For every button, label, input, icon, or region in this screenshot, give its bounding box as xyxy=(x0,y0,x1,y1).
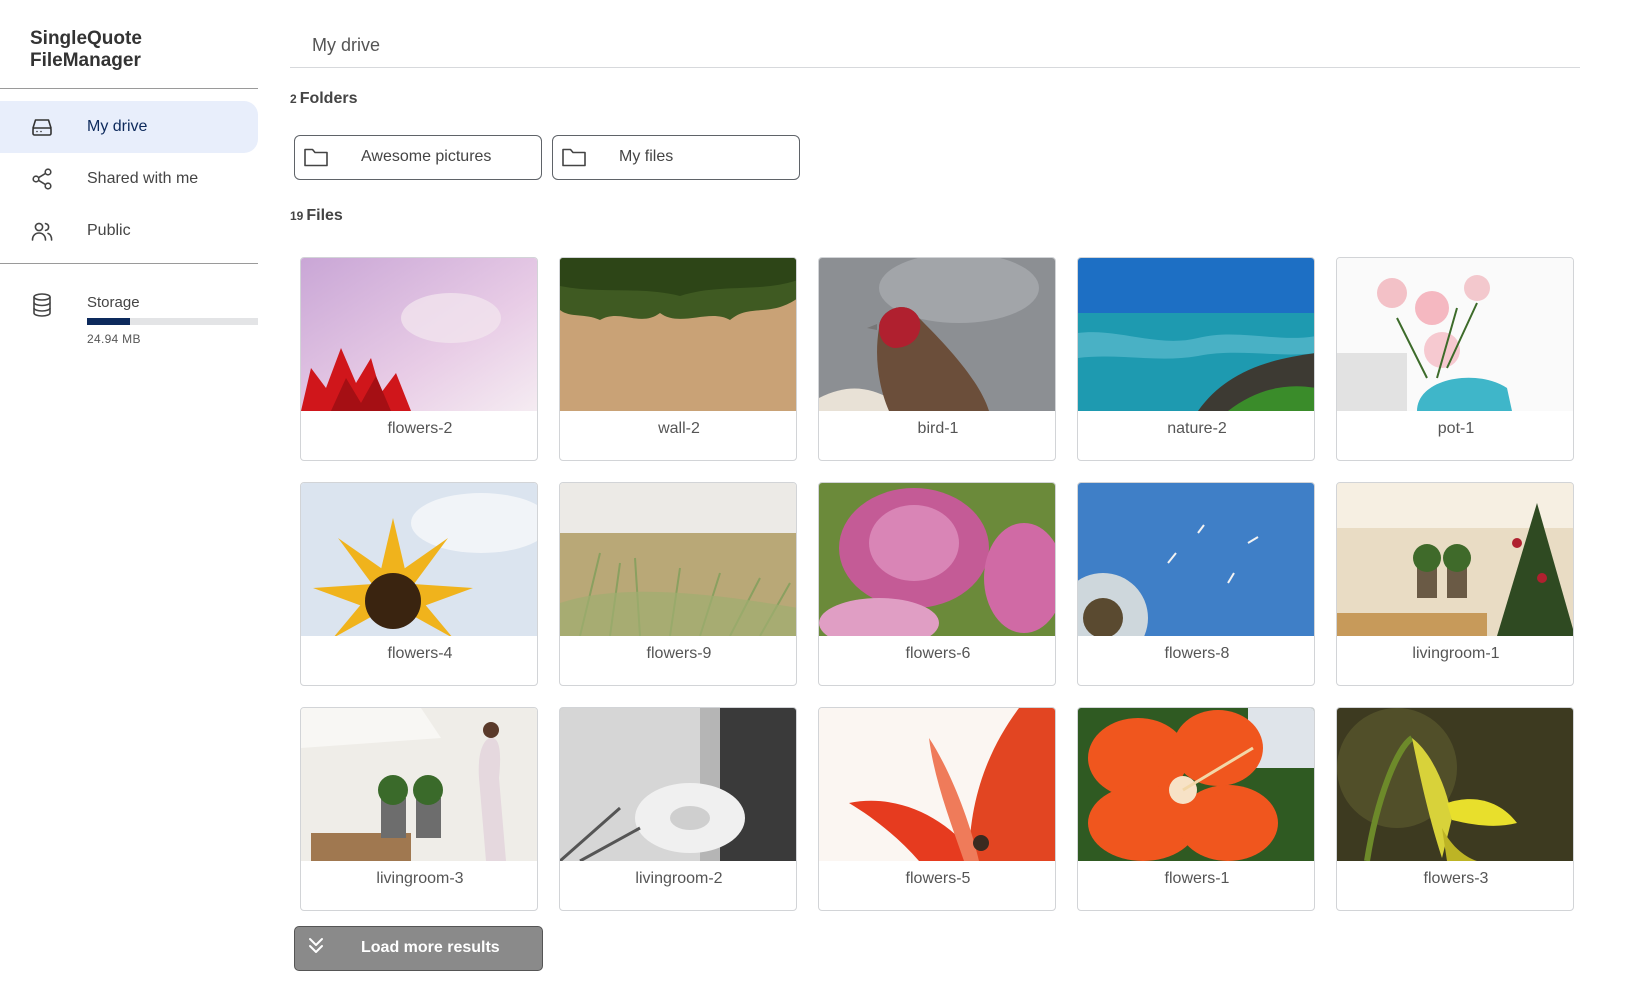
sidebar-item-public[interactable]: Public xyxy=(0,205,258,257)
folder-my-files[interactable]: My files xyxy=(552,135,800,180)
file-name: flowers-2 xyxy=(387,420,453,437)
file-name: nature-2 xyxy=(1167,420,1227,437)
file-name: bird-1 xyxy=(917,420,959,437)
file-card[interactable]: flowers-6 xyxy=(818,482,1056,686)
file-card[interactable]: livingroom-1 xyxy=(1336,482,1574,686)
image-thumbnail xyxy=(1337,708,1573,861)
image-thumbnail xyxy=(1337,483,1573,636)
file-card[interactable]: wall-2 xyxy=(559,257,797,461)
file-card[interactable]: flowers-9 xyxy=(559,482,797,686)
sidebar-item-shared[interactable]: Shared with me xyxy=(0,153,258,205)
image-thumbnail xyxy=(301,258,537,411)
load-more-button[interactable]: Load more results xyxy=(294,926,543,971)
image-thumbnail xyxy=(819,708,1055,861)
file-card[interactable]: flowers-3 xyxy=(1336,707,1574,911)
folder-icon xyxy=(304,148,328,167)
sidebar-divider xyxy=(0,88,258,89)
storage-used: 24.94 MB xyxy=(87,332,141,346)
file-card[interactable]: flowers-8 xyxy=(1077,482,1315,686)
main-content: My drive 2 Folders Awesome pictures My fi… xyxy=(290,0,1580,986)
file-name: livingroom-3 xyxy=(376,870,464,887)
file-name: flowers-4 xyxy=(387,645,453,662)
storage-progress-fill xyxy=(87,318,130,325)
folder-name: My files xyxy=(619,148,674,165)
image-thumbnail xyxy=(301,708,537,861)
image-thumbnail xyxy=(1078,483,1314,636)
sidebar: SingleQuote FileManager My drive Shared … xyxy=(0,0,258,986)
storage-label: Storage xyxy=(87,294,140,311)
file-card[interactable]: bird-1 xyxy=(818,257,1056,461)
users-icon xyxy=(31,222,53,241)
app-title: SingleQuote FileManager xyxy=(30,28,142,71)
image-thumbnail xyxy=(301,483,537,636)
image-thumbnail xyxy=(560,258,796,411)
breadcrumb-current: My drive xyxy=(312,35,381,55)
file-card[interactable]: pot-1 xyxy=(1336,257,1574,461)
image-thumbnail xyxy=(819,483,1055,636)
image-thumbnail xyxy=(819,258,1055,411)
file-name: livingroom-1 xyxy=(1412,645,1500,662)
file-card[interactable]: flowers-1 xyxy=(1077,707,1315,911)
chevrons-down-icon xyxy=(309,938,323,953)
sidebar-item-label: My drive xyxy=(87,118,148,135)
file-name: flowers-6 xyxy=(905,645,971,662)
file-card[interactable]: livingroom-3 xyxy=(300,707,538,911)
file-name: flowers-9 xyxy=(646,645,712,662)
folder-name: Awesome pictures xyxy=(361,148,492,165)
files-heading-label: Files xyxy=(306,207,343,224)
folders-heading: 2 Folders xyxy=(290,90,357,108)
drive-icon xyxy=(32,119,52,136)
image-thumbnail xyxy=(560,483,796,636)
files-heading: 19 Files xyxy=(290,207,343,225)
share-icon xyxy=(32,168,52,190)
file-card[interactable]: flowers-4 xyxy=(300,482,538,686)
database-icon xyxy=(33,293,51,317)
file-name: flowers-5 xyxy=(905,870,971,887)
image-thumbnail xyxy=(1078,258,1314,411)
file-name: livingroom-2 xyxy=(635,870,723,887)
sidebar-divider xyxy=(0,263,258,264)
file-card[interactable]: flowers-2 xyxy=(300,257,538,461)
sidebar-item-my-drive[interactable]: My drive xyxy=(0,101,258,153)
folder-icon xyxy=(562,148,586,167)
file-card[interactable]: livingroom-2 xyxy=(559,707,797,911)
file-name: flowers-3 xyxy=(1423,870,1489,887)
image-thumbnail xyxy=(1337,258,1573,411)
storage-progress-bar xyxy=(87,318,258,325)
file-name: wall-2 xyxy=(658,420,700,437)
breadcrumb: My drive xyxy=(290,0,1580,68)
file-card[interactable]: nature-2 xyxy=(1077,257,1315,461)
image-thumbnail xyxy=(560,708,796,861)
sidebar-item-label: Public xyxy=(87,222,131,239)
storage-indicator: Storage 24.94 MB xyxy=(0,286,258,346)
files-count: 19 xyxy=(290,209,304,223)
file-card[interactable]: flowers-5 xyxy=(818,707,1056,911)
file-name: flowers-1 xyxy=(1164,870,1230,887)
folder-awesome-pictures[interactable]: Awesome pictures xyxy=(294,135,542,180)
sidebar-item-label: Shared with me xyxy=(87,170,199,187)
file-name: pot-1 xyxy=(1437,420,1475,437)
load-more-label: Load more results xyxy=(361,939,500,956)
file-name: flowers-8 xyxy=(1164,645,1230,662)
image-thumbnail xyxy=(1078,708,1314,861)
folders-heading-label: Folders xyxy=(299,90,358,107)
folders-count: 2 xyxy=(290,92,297,106)
